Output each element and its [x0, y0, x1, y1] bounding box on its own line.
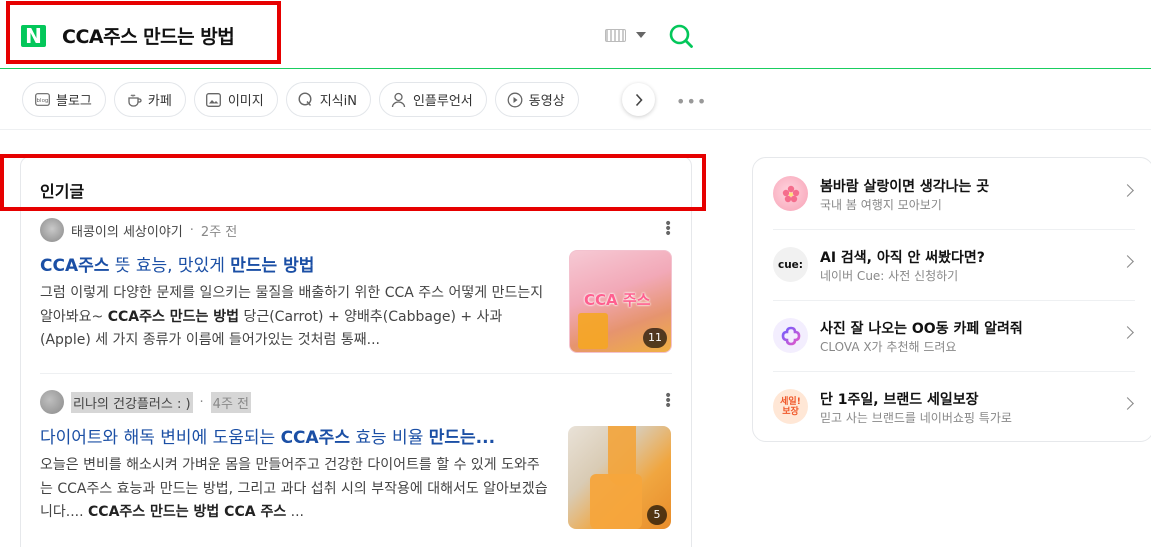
- post-author[interactable]: 태콩이의 세상이야기: [71, 221, 183, 240]
- panel-item[interactable]: 봄바람 살랑이면 생각나는 곳 국내 봄 여행지 모아보기: [753, 158, 1151, 229]
- post-time: 4주 전: [210, 391, 251, 413]
- annotation-box-section: [0, 154, 706, 211]
- chevron-down-icon[interactable]: [636, 32, 646, 38]
- post-author[interactable]: 리나의 건강플러스 : ): [71, 391, 193, 413]
- tab-blog[interactable]: blog 블로그: [22, 82, 106, 117]
- panel-item-subtitle: 네이버 Cue: 사전 신청하기: [820, 269, 959, 283]
- tab-label: 지식iN: [319, 94, 357, 109]
- more-dots-icon[interactable]: •••: [676, 92, 707, 111]
- post-description[interactable]: 오늘은 변비를 해소시켜 가벼운 몸을 만들어주고 건강한 다이어트를 할 수 …: [40, 454, 548, 526]
- post-description[interactable]: 그럼 이렇게 다양한 문제를 일으키는 물질을 배출하기 위한 CCA 주스 어…: [40, 282, 548, 354]
- panel-item-subtitle: CLOVA X가 추천해 드려요: [820, 340, 957, 354]
- avatar[interactable]: [40, 390, 64, 414]
- tabs-next-button[interactable]: [622, 83, 655, 116]
- cafe-icon: [126, 92, 142, 108]
- panel-item-title: 단 1주일, 브랜드 세일보장: [820, 392, 979, 408]
- search-tabs: blog 블로그 카페 이미지 지식iN 인플루언서 동영상: [22, 82, 579, 118]
- chevron-right-icon: [1121, 255, 1134, 268]
- desc-tail: ...: [286, 504, 305, 520]
- keyboard-icon[interactable]: [605, 29, 626, 42]
- divider: [0, 129, 1151, 130]
- post-title-link[interactable]: 다이어트와 해독 변비에 도움되는 CCA주스 효능 비율 만드는...: [40, 423, 540, 448]
- post-divider: [40, 373, 672, 374]
- image-icon: [206, 92, 222, 108]
- recommendation-panel: 봄바람 살랑이면 생각나는 곳 국내 봄 여행지 모아보기 cue: AI 검색…: [752, 157, 1151, 442]
- panel-item-subtitle: 국내 봄 여행지 모아보기: [820, 198, 942, 212]
- tab-image[interactable]: 이미지: [193, 82, 278, 117]
- clova-icon: [773, 318, 808, 353]
- chevron-right-icon: [1121, 326, 1134, 339]
- post-time-sep: ·: [199, 394, 204, 410]
- post-author-row: 태콩이의 세상이야기 · 2주 전: [40, 218, 237, 242]
- flower-icon: [773, 176, 808, 211]
- post-author-row: 리나의 건강플러스 : ) · 4주 전: [40, 390, 251, 414]
- panel-item-title: AI 검색, 아직 안 써봤다면?: [820, 250, 985, 266]
- thumb-caption: CCA 주스: [584, 291, 651, 309]
- tab-label: 블로그: [56, 94, 92, 109]
- panel-item[interactable]: 세일! 보장 단 1주일, 브랜드 세일보장 믿고 사는 브랜드를 네이버쇼핑 …: [753, 371, 1151, 442]
- post-thumbnail[interactable]: 5: [568, 426, 671, 529]
- panel-item-subtitle: 믿고 사는 브랜드를 네이버쇼핑 특가로: [820, 411, 1012, 425]
- desc-bold: CCA주스 만드는 방법 CCA 주스: [88, 504, 287, 520]
- photo-count-badge: 11: [643, 328, 667, 348]
- thumb-glass: [578, 313, 608, 349]
- title-part: 효능 비율: [349, 428, 429, 448]
- title-part: CCA주스: [280, 428, 350, 448]
- title-part: 만드는...: [428, 428, 496, 448]
- kin-icon: [298, 92, 314, 108]
- tab-cafe[interactable]: 카페: [113, 82, 186, 117]
- post-time-sep: ·: [189, 222, 194, 238]
- post-time: 2주 전: [200, 224, 238, 240]
- tab-label: 동영상: [528, 94, 565, 109]
- annotation-box-query: [6, 1, 281, 64]
- person-icon: [391, 92, 407, 108]
- tab-kin[interactable]: 지식iN: [285, 82, 371, 117]
- desc-bold: CCA주스 만드는 방법: [107, 308, 239, 325]
- tab-video[interactable]: 동영상: [494, 82, 579, 117]
- thumb-jar: [590, 474, 642, 529]
- post-thumbnail[interactable]: CCA 주스 11: [569, 250, 672, 353]
- avatar[interactable]: [40, 218, 64, 242]
- cue-icon: cue:: [773, 247, 808, 282]
- post-item: 리나의 건강플러스 : ) · 4주 전 • • • 다이어트와 해독 변비에 도움…: [40, 389, 672, 547]
- panel-item-title: 사진 잘 나오는 OO동 카페 알려줘: [820, 321, 1023, 337]
- title-part: 다이어트와 해독 변비에 도움되는: [40, 428, 281, 448]
- post-title-link[interactable]: CCA주스 뜻 효능, 맛있게 만드는 방법: [40, 251, 540, 276]
- title-part: 만드는 방법: [230, 256, 315, 276]
- search-icon[interactable]: [668, 23, 694, 49]
- sale-badge-icon: 세일! 보장: [773, 389, 808, 424]
- chevron-right-icon: [635, 93, 643, 106]
- panel-item[interactable]: cue: AI 검색, 아직 안 써봤다면? 네이버 Cue: 사전 신청하기: [753, 229, 1151, 300]
- title-part: CCA주스: [40, 256, 110, 276]
- tab-label: 이미지: [227, 94, 264, 109]
- post-item: 태콩이의 세상이야기 · 2주 전 • • • CCA주스 뜻 효능, 맛있게 만드…: [40, 217, 672, 368]
- title-part: 뜻 효능, 맛있게: [109, 256, 231, 276]
- panel-item[interactable]: 사진 잘 나오는 OO동 카페 알려줘 CLOVA X가 추천해 드려요: [753, 300, 1151, 371]
- svg-text:blog: blog: [36, 98, 48, 104]
- panel-item-title: 봄바람 살랑이면 생각나는 곳: [820, 179, 990, 195]
- blog-icon: blog: [34, 92, 50, 108]
- play-icon: [507, 92, 523, 108]
- chevron-right-icon: [1121, 184, 1134, 197]
- photo-count-badge: 5: [647, 505, 667, 525]
- tab-influencer[interactable]: 인플루언서: [378, 82, 487, 117]
- more-options-icon[interactable]: • • •: [664, 217, 672, 241]
- tab-label: 카페: [147, 94, 172, 109]
- chevron-right-icon: [1121, 397, 1134, 410]
- tab-label: 인플루언서: [412, 94, 473, 109]
- more-options-icon[interactable]: • • •: [664, 389, 672, 413]
